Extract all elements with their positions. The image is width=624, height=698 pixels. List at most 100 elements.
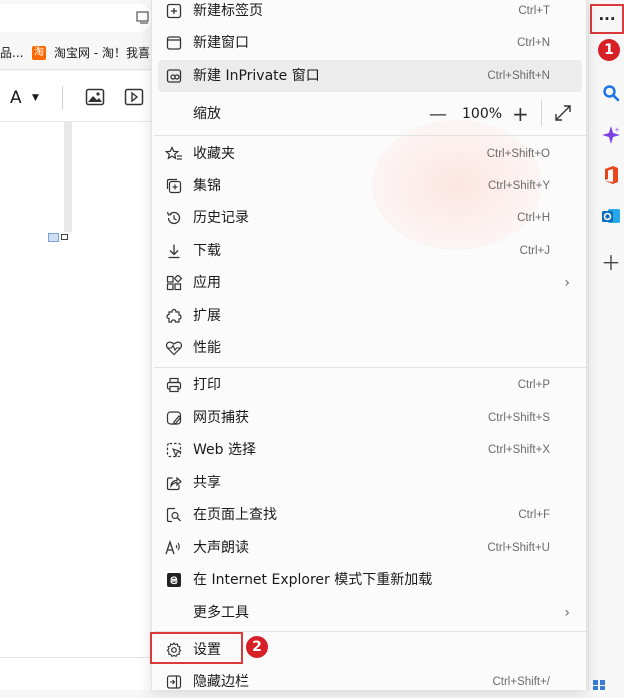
hide-sidebar-icon <box>164 672 184 692</box>
print-icon <box>164 375 184 395</box>
shortcut: Ctrl+J <box>519 245 550 257</box>
menu-item-performance[interactable]: 性能 <box>152 332 588 364</box>
menu-item-history[interactable]: 历史记录 Ctrl+H <box>152 202 588 234</box>
step-badge-2: 2 <box>246 636 268 658</box>
menu-item-new-tab[interactable]: 新建标签页 Ctrl+T <box>152 0 588 27</box>
shortcut: Ctrl+H <box>517 212 550 224</box>
favorite-item-taobao[interactable]: 淘宝网 - 淘！我喜 <box>54 36 150 69</box>
inprivate-icon <box>164 66 184 86</box>
menu-item-label: 新建窗口 <box>193 35 249 51</box>
favorite-item[interactable]: 品... <box>0 36 23 69</box>
menu-item-label: 收藏夹 <box>193 146 235 162</box>
zoom-out-button[interactable]: — <box>429 104 447 125</box>
menu-item-apps[interactable]: 应用 › <box>152 267 588 299</box>
menu-item-find-on-page[interactable]: 在页面上查找 Ctrl+F <box>152 499 588 531</box>
shortcut: Ctrl+Shift+O <box>486 148 550 160</box>
fullscreen-icon[interactable] <box>554 104 572 122</box>
office-icon[interactable] <box>600 164 622 186</box>
shortcut: Ctrl+Shift+U <box>487 542 550 554</box>
menu-item-read-aloud[interactable]: 大声朗读 Ctrl+Shift+U <box>152 532 588 564</box>
menu-item-new-window[interactable]: 新建窗口 Ctrl+N <box>152 27 588 59</box>
menu-item-label: 新建 InPrivate 窗口 <box>193 68 320 84</box>
menu-item-ie-mode[interactable]: 在 Internet Explorer 模式下重新加载 <box>152 564 588 596</box>
menu-item-favorites[interactable]: 收藏夹 Ctrl+Shift+O <box>152 138 588 170</box>
menu-item-collections[interactable]: 集锦 Ctrl+Shift+Y <box>152 170 588 202</box>
shortcut: Ctrl+T <box>518 5 550 17</box>
collections-icon <box>164 176 184 196</box>
menu-item-hide-sidebar[interactable]: 隐藏边栏 Ctrl+Shift+/ <box>152 666 588 698</box>
divider <box>0 657 152 658</box>
shortcut: Ctrl+P <box>517 379 550 391</box>
outlook-icon[interactable] <box>600 205 622 227</box>
menu-item-more-tools[interactable]: 更多工具 › <box>152 597 588 629</box>
menu-item-label: 打印 <box>193 377 221 393</box>
web-capture-icon <box>164 408 184 428</box>
menu-item-label: 更多工具 <box>193 605 249 621</box>
doc-object-handle <box>61 234 68 240</box>
toolbar-divider <box>62 86 63 110</box>
menu-divider <box>154 367 586 368</box>
customize-sidebar-icon[interactable] <box>592 676 614 690</box>
settings-and-more-button[interactable]: ··· <box>590 4 624 34</box>
menu-item-label: 下载 <box>193 243 221 259</box>
shortcut: Ctrl+Shift+N <box>487 70 550 82</box>
menu-item-new-inprivate-window[interactable]: 新建 InPrivate 窗口 Ctrl+Shift+N <box>158 60 582 92</box>
shortcut: Ctrl+Shift+S <box>488 412 550 424</box>
menu-item-label: 网页捕获 <box>193 410 249 426</box>
shortcut: Ctrl+Shift+/ <box>492 676 550 688</box>
step-badge-1: 1 <box>598 39 620 61</box>
address-field[interactable] <box>0 4 152 32</box>
menu-item-label: 集锦 <box>193 178 221 194</box>
video-icon[interactable] <box>124 88 144 106</box>
settings-and-more-menu: 新建标签页 Ctrl+T 新建窗口 Ctrl+N 新建 InPrivate 窗口… <box>151 0 587 690</box>
reading-view-icon[interactable] <box>136 10 150 24</box>
copilot-icon[interactable] <box>600 124 622 146</box>
image-icon[interactable] <box>85 88 105 106</box>
apps-icon <box>164 273 184 293</box>
menu-item-print[interactable]: 打印 Ctrl+P <box>152 369 588 401</box>
add-icon[interactable]: ＋ <box>600 250 622 275</box>
menu-item-web-capture[interactable]: 网页捕获 Ctrl+Shift+S <box>152 402 588 434</box>
address-bar-area <box>0 0 152 36</box>
menu-item-extensions[interactable]: 扩展 <box>152 300 588 332</box>
menu-item-downloads[interactable]: 下载 Ctrl+J <box>152 235 588 267</box>
chevron-right-icon: › <box>564 605 570 621</box>
zoom-in-button[interactable]: + <box>512 102 529 126</box>
menu-item-label: 新建标签页 <box>193 3 263 19</box>
zoom-level: 100% <box>462 106 503 122</box>
menu-item-web-select[interactable]: Web 选择 Ctrl+Shift+X <box>152 434 588 466</box>
menu-item-label: 性能 <box>193 340 221 356</box>
favorites-bar: 品... 淘 淘宝网 - 淘！我喜 <box>0 36 152 70</box>
menu-item-label: 历史记录 <box>193 210 249 226</box>
web-select-icon <box>164 440 184 460</box>
document-page-edge <box>64 122 72 232</box>
menu-divider <box>154 135 586 136</box>
find-icon <box>164 505 184 525</box>
zoom-label: 缩放 <box>193 106 221 122</box>
zoom-divider <box>541 100 542 126</box>
favorites-icon <box>164 144 184 164</box>
download-icon <box>164 241 184 261</box>
taobao-icon: 淘 <box>32 46 46 60</box>
menu-item-label: 在 Internet Explorer 模式下重新加载 <box>193 572 433 588</box>
menu-item-label: 在页面上查找 <box>193 507 277 523</box>
settings-highlight-box <box>150 632 243 664</box>
shortcut: Ctrl+N <box>517 37 550 49</box>
search-icon[interactable] <box>600 82 622 104</box>
chevron-right-icon: › <box>564 275 570 291</box>
doc-object-icon <box>48 233 59 242</box>
font-style-button[interactable]: A <box>10 88 22 108</box>
share-icon <box>164 473 184 493</box>
performance-heart-icon <box>164 338 184 358</box>
shortcut: Ctrl+F <box>518 509 550 521</box>
chevron-down-icon[interactable]: ▼ <box>32 93 39 103</box>
extensions-icon <box>164 306 184 326</box>
new-tab-icon <box>164 1 184 21</box>
menu-item-label: 扩展 <box>193 308 221 324</box>
menu-item-label: Web 选择 <box>193 442 256 458</box>
internet-explorer-icon <box>164 570 184 590</box>
menu-item-label: 应用 <box>193 275 221 291</box>
menu-item-label: 大声朗读 <box>193 540 249 556</box>
shortcut: Ctrl+Shift+Y <box>488 180 550 192</box>
menu-item-share[interactable]: 共享 <box>152 467 588 499</box>
